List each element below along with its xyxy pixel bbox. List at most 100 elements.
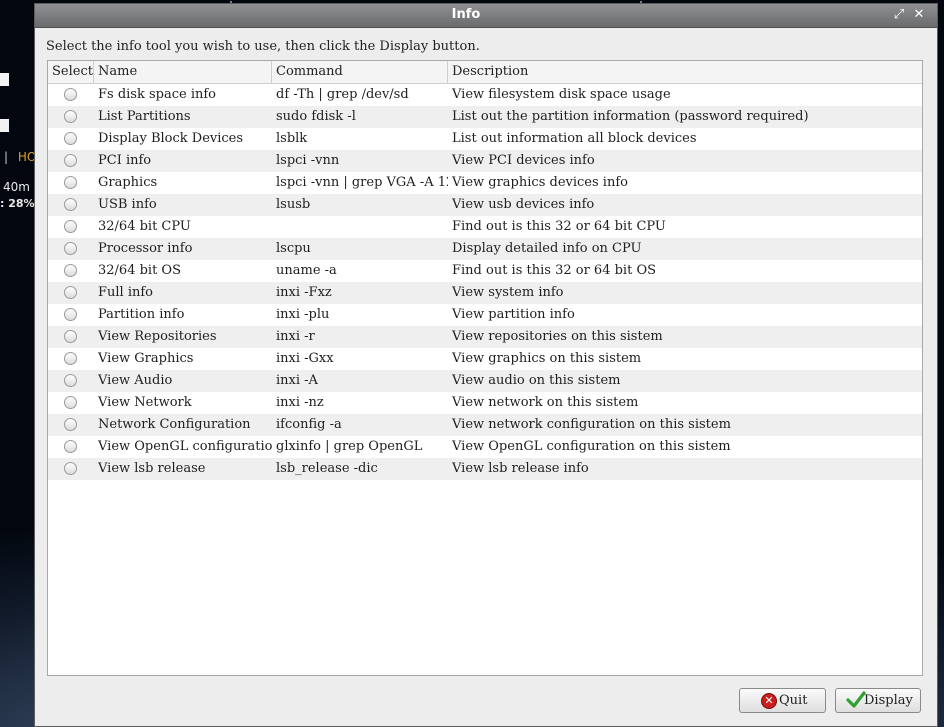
row-description: List out information all block devices (452, 131, 697, 146)
window-titlebar[interactable]: Info ⤢ ✕ (35, 4, 937, 28)
row-command: lsb_release -dic (276, 461, 378, 476)
select-radio[interactable] (64, 198, 77, 211)
row-command: inxi -nz (276, 395, 324, 410)
column-header-name[interactable]: Name (94, 61, 272, 83)
desktop-widget-block (0, 119, 9, 132)
quit-button[interactable]: ✕ Quit (739, 688, 826, 713)
desktop-widget-block (0, 73, 9, 86)
row-name: Display Block Devices (98, 131, 244, 146)
select-radio[interactable] (64, 418, 77, 431)
row-name: View Network (98, 395, 192, 410)
close-icon[interactable]: ✕ (911, 7, 927, 23)
table-row[interactable]: View Repositories inxi -r View repositorie… (48, 326, 922, 348)
row-name: Full info (98, 285, 154, 300)
display-button[interactable]: Display (835, 688, 921, 713)
table-row[interactable]: View OpenGL configuration glxinfo | grep … (48, 436, 922, 458)
row-command: lsusb (276, 197, 311, 212)
desktop-percent: : 28% (0, 197, 35, 210)
instruction-text: Select the info tool you wish to use, th… (46, 39, 480, 54)
select-radio[interactable] (64, 132, 77, 145)
row-command: inxi -r (276, 329, 315, 344)
row-command: sudo fdisk -l (276, 109, 356, 124)
row-command: df -Th | grep /dev/sd (276, 87, 409, 102)
select-radio[interactable] (64, 264, 77, 277)
row-name: 32/64 bit CPU (98, 219, 191, 234)
info-tool-list[interactable]: Select Name Command Description Fs disk … (47, 60, 923, 676)
row-description: View PCI devices info (452, 153, 595, 168)
table-row[interactable]: View Audio inxi -A View audio on this sist… (48, 370, 922, 392)
info-window: Info ⤢ ✕ Select the info tool you wish t… (34, 3, 938, 727)
table-row[interactable]: Graphics lspci -vnn | grep VGA -A 12 View … (48, 172, 922, 194)
select-radio[interactable] (64, 154, 77, 167)
row-description: View network configuration on this siste… (452, 417, 731, 432)
row-name: PCI info (98, 153, 152, 168)
row-name: Graphics (98, 175, 158, 190)
row-name: View lsb release (98, 461, 206, 476)
row-command (272, 216, 448, 238)
table-row[interactable]: View lsb release lsb_release -dic View lsb… (48, 458, 922, 480)
select-radio[interactable] (64, 242, 77, 255)
select-radio[interactable] (64, 374, 77, 387)
column-header-command[interactable]: Command (272, 61, 448, 83)
row-name: Partition info (98, 307, 185, 322)
select-radio[interactable] (64, 110, 77, 123)
row-command: uname -a (276, 263, 337, 278)
column-header-description[interactable]: Description (448, 61, 922, 83)
row-command: inxi -plu (276, 307, 330, 322)
select-radio[interactable] (64, 440, 77, 453)
row-command: lspci -vnn (276, 153, 340, 168)
row-description: Display detailed info on CPU (452, 241, 642, 256)
select-radio[interactable] (64, 220, 77, 233)
row-command: inxi -Fxz (276, 285, 332, 300)
row-name: 32/64 bit OS (98, 263, 181, 278)
table-row[interactable]: View Network inxi -nz View network on this… (48, 392, 922, 414)
maximize-icon[interactable]: ⤢ (891, 7, 907, 23)
row-name: View Audio (98, 373, 173, 388)
row-description: View system info (452, 285, 564, 300)
table-row[interactable]: Fs disk space info df -Th | grep /dev/sd V… (48, 84, 922, 106)
check-icon (846, 691, 866, 708)
select-radio[interactable] (64, 352, 77, 365)
table-row[interactable]: 32/64 bit OS uname -a Find out is this 32 … (48, 260, 922, 282)
row-description: View usb devices info (452, 197, 595, 212)
table-row[interactable]: Processor info lscpu Display detailed info… (48, 238, 922, 260)
row-description: View partition info (452, 307, 575, 322)
display-button-label: Display (864, 693, 913, 708)
select-radio[interactable] (64, 308, 77, 321)
row-description: Find out is this 32 or 64 bit OS (452, 263, 657, 278)
select-radio[interactable] (64, 88, 77, 101)
row-description: View filesystem disk space usage (452, 87, 671, 102)
row-description: View lsb release info (452, 461, 589, 476)
row-description: View OpenGL configuration on this sistem (452, 439, 731, 454)
table-row[interactable]: PCI info lspci -vnn View PCI devices info (48, 150, 922, 172)
row-name: View Repositories (98, 329, 217, 344)
table-row[interactable]: Full info inxi -Fxz View system info (48, 282, 922, 304)
table-row[interactable]: List Partitions sudo fdisk -l List out the… (48, 106, 922, 128)
table-row[interactable]: 32/64 bit CPU Find out is this 32 or 64 b… (48, 216, 922, 238)
quit-button-label: Quit (779, 693, 808, 708)
row-command: lscpu (276, 241, 311, 256)
row-command: lsblk (276, 131, 308, 146)
table-row[interactable]: Network Configuration ifconfig -a View net… (48, 414, 922, 436)
desktop-time: 40m (3, 180, 30, 194)
row-description: View graphics on this sistem (452, 351, 642, 366)
table-row[interactable]: Partition info inxi -plu View partition in… (48, 304, 922, 326)
row-description: View graphics devices info (452, 175, 628, 190)
row-command: lspci -vnn | grep VGA -A 12 (276, 175, 448, 190)
row-name: Fs disk space info (98, 87, 217, 102)
select-radio[interactable] (64, 396, 77, 409)
table-row[interactable]: USB info lsusb View usb devices info (48, 194, 922, 216)
row-description: Find out is this 32 or 64 bit CPU (452, 219, 666, 234)
select-radio[interactable] (64, 176, 77, 189)
select-radio[interactable] (64, 330, 77, 343)
row-description: View repositories on this sistem (452, 329, 663, 344)
window-title: Info (451, 7, 481, 22)
select-radio[interactable] (64, 462, 77, 475)
table-row[interactable]: View Graphics inxi -Gxx View graphics on t… (48, 348, 922, 370)
row-description: View audio on this sistem (452, 373, 621, 388)
table-row[interactable]: Display Block Devices lsblk List out infor… (48, 128, 922, 150)
select-radio[interactable] (64, 286, 77, 299)
column-header-select[interactable]: Select (48, 61, 94, 83)
row-name: USB info (98, 197, 157, 212)
row-description: List out the partition information (pass… (452, 109, 809, 124)
